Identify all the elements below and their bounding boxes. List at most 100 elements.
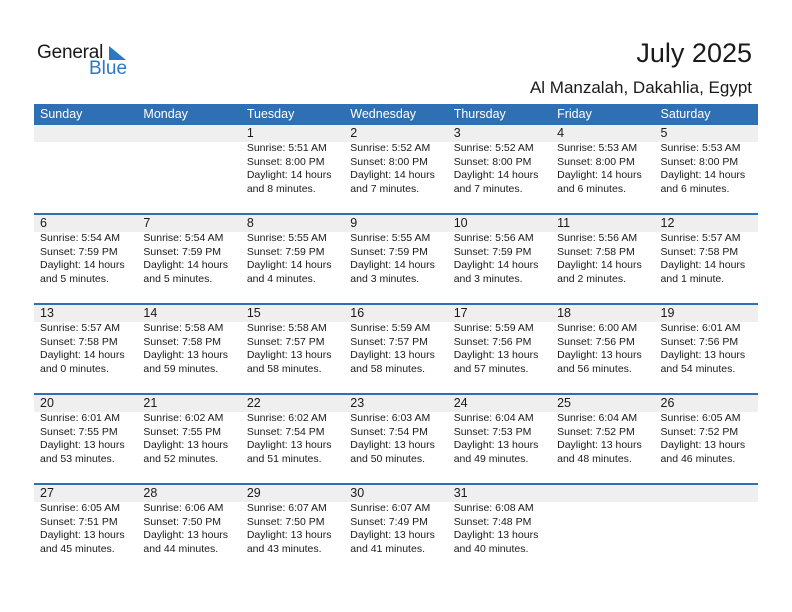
daylight-minutes-text: and 56 minutes. (557, 362, 632, 375)
daylight-minutes-text: and 44 minutes. (143, 542, 219, 555)
week-cells: 13 Sunrise: 5:57 AM Sunset: 7:58 PM Dayligh… (34, 305, 758, 376)
sunset-text: Sunset: 7:59 PM (453, 245, 532, 258)
daylight-minutes-text: and 57 minutes. (453, 362, 529, 375)
sunrise-text: Sunrise: 5:56 AM (453, 232, 534, 244)
sunset-text: Sunset: 8:00 PM (453, 155, 532, 168)
sunrise-text: Sunrise: 6:08 AM (453, 502, 534, 514)
sunset-text: Sunset: 7:57 PM (246, 335, 325, 348)
day-number: 6 (40, 216, 47, 230)
day-cell: 10 Sunrise: 5:56 AM Sunset: 7:59 PM Dayligh… (448, 215, 551, 286)
sunrise-text: Sunrise: 6:05 AM (40, 502, 120, 514)
sunrise-text: Sunrise: 6:02 AM (143, 412, 224, 424)
day-cell: 1 Sunrise: 5:51 AM Sunset: 8:00 PM Daylight… (241, 125, 344, 196)
day-cell: 24 Sunrise: 6:04 AM Sunset: 7:53 PM Dayligh… (448, 395, 551, 466)
day-cell: 19 Sunrise: 6:01 AM Sunset: 7:56 PM Dayligh… (655, 305, 758, 376)
day-cell: 15 Sunrise: 5:58 AM Sunset: 7:57 PM Dayligh… (241, 305, 344, 376)
daylight-minutes-text: and 41 minutes. (350, 542, 425, 555)
sunset-text: Sunset: 7:59 PM (350, 245, 428, 258)
daylight-minutes-text: and 45 minutes. (40, 542, 115, 555)
day-cell: 31 Sunrise: 6:08 AM Sunset: 7:48 PM Dayligh… (448, 485, 551, 556)
day-cell: 9 Sunrise: 5:55 AM Sunset: 7:59 PM Daylight… (344, 215, 447, 286)
daylight-text: Daylight: 13 hours (350, 349, 435, 362)
daylight-minutes-text: and 49 minutes. (453, 452, 529, 465)
daylight-minutes-text: and 6 minutes. (660, 182, 730, 195)
sunset-text: Sunset: 7:56 PM (557, 335, 635, 348)
sunrise-text: Sunrise: 5:58 AM (143, 322, 224, 334)
day-cell: 26 Sunrise: 6:05 AM Sunset: 7:52 PM Dayligh… (655, 395, 758, 466)
daylight-text: Daylight: 13 hours (660, 349, 746, 362)
logo-text-blue: Blue (89, 58, 128, 79)
sunset-text: Sunset: 7:59 PM (40, 245, 118, 258)
daylight-minutes-text: and 48 minutes. (557, 452, 632, 465)
daylight-text: Daylight: 13 hours (143, 349, 229, 362)
daylight-minutes-text: and 1 minute. (660, 272, 725, 285)
day-cell: 4 Sunrise: 5:53 AM Sunset: 8:00 PM Daylight… (551, 125, 654, 196)
sunrise-text: Sunrise: 5:56 AM (557, 232, 638, 244)
sunrise-text: Sunrise: 5:59 AM (350, 322, 431, 334)
daylight-minutes-text: and 53 minutes. (40, 452, 115, 465)
day-number: 16 (350, 306, 365, 320)
sunset-text: Sunset: 7:57 PM (350, 335, 428, 348)
daylight-text: Daylight: 13 hours (40, 439, 125, 452)
daylight-text: Daylight: 14 hours (40, 349, 125, 362)
day-cell: 23 Sunrise: 6:03 AM Sunset: 7:54 PM Dayligh… (344, 395, 447, 466)
day-number: 23 (350, 396, 365, 410)
sunset-text: Sunset: 8:00 PM (557, 155, 635, 168)
sunrise-text: Sunrise: 5:57 AM (40, 322, 120, 334)
daylight-text: Daylight: 13 hours (557, 439, 642, 452)
sunrise-text: Sunrise: 6:04 AM (557, 412, 638, 424)
week-cells: 6 Sunrise: 5:54 AM Sunset: 7:59 PM Daylight… (34, 215, 758, 286)
day-number: 4 (557, 126, 565, 140)
day-number: 21 (143, 396, 158, 410)
day-number: 20 (40, 396, 54, 410)
day-number: 26 (660, 396, 675, 410)
weekday-header: Sunday (40, 107, 83, 121)
daylight-minutes-text: and 59 minutes. (143, 362, 219, 375)
sunset-text: Sunset: 7:56 PM (453, 335, 532, 348)
day-number: 3 (453, 126, 461, 140)
weekday-header-row: Sunday Monday Tuesday Wednesday Thursday Frid… (34, 104, 758, 125)
day-cell: 22 Sunrise: 6:02 AM Sunset: 7:54 PM Dayligh… (241, 395, 344, 466)
daylight-minutes-text: and 58 minutes. (350, 362, 425, 375)
daylight-text: Daylight: 14 hours (143, 259, 229, 272)
day-cell: 3 Sunrise: 5:52 AM Sunset: 8:00 PM Daylight… (448, 125, 551, 196)
day-number (557, 485, 654, 502)
daylight-text: Daylight: 13 hours (660, 439, 746, 452)
day-number: 1 (246, 126, 254, 140)
day-cell: 11 Sunrise: 5:56 AM Sunset: 7:58 PM Dayligh… (551, 215, 654, 286)
sunset-text: Sunset: 7:49 PM (350, 515, 428, 528)
day-cell: 12 Sunrise: 5:57 AM Sunset: 7:58 PM Dayligh… (655, 215, 758, 286)
sunrise-text: Sunrise: 5:58 AM (246, 322, 327, 334)
day-cell: 6 Sunrise: 5:54 AM Sunset: 7:59 PM Daylight… (34, 215, 137, 286)
sunrise-text: Sunrise: 5:51 AM (246, 142, 327, 154)
sunset-text: Sunset: 7:48 PM (453, 515, 532, 528)
sunrise-text: Sunrise: 5:57 AM (660, 232, 741, 244)
sunset-text: Sunset: 7:55 PM (143, 425, 222, 438)
week-row: 1 Sunrise: 5:51 AM Sunset: 8:00 PM Daylight… (34, 125, 758, 213)
daylight-minutes-text: and 46 minutes. (660, 452, 736, 465)
sunrise-text: Sunrise: 6:07 AM (246, 502, 327, 514)
week-row: 27 Sunrise: 6:05 AM Sunset: 7:51 PM Dayligh… (34, 483, 758, 573)
daylight-minutes-text: and 3 minutes. (453, 272, 523, 285)
day-number: 13 (40, 306, 54, 320)
sunset-text: Sunset: 8:00 PM (350, 155, 428, 168)
daylight-minutes-text: and 40 minutes. (453, 542, 529, 555)
sunrise-text: Sunrise: 5:54 AM (143, 232, 224, 244)
daylight-text: Daylight: 14 hours (350, 169, 435, 182)
sunrise-text: Sunrise: 6:04 AM (453, 412, 534, 424)
sunset-text: Sunset: 7:53 PM (453, 425, 532, 438)
sunrise-text: Sunrise: 5:53 AM (660, 142, 741, 154)
day-number: 19 (660, 306, 675, 320)
daylight-minutes-text: and 2 minutes. (557, 272, 626, 285)
sunrise-text: Sunrise: 6:02 AM (246, 412, 327, 424)
sunset-text: Sunset: 8:00 PM (660, 155, 739, 168)
daylight-minutes-text: and 52 minutes. (143, 452, 219, 465)
day-number: 12 (660, 216, 675, 230)
day-cell: 5 Sunrise: 5:53 AM Sunset: 8:00 PM Daylight… (655, 125, 758, 196)
day-number: 28 (143, 486, 158, 500)
sunset-text: Sunset: 7:58 PM (40, 335, 118, 348)
week-cells: 27 Sunrise: 6:05 AM Sunset: 7:51 PM Dayligh… (34, 485, 758, 556)
sunset-text: Sunset: 7:58 PM (143, 335, 222, 348)
day-cell: 21 Sunrise: 6:02 AM Sunset: 7:55 PM Dayligh… (137, 395, 240, 466)
daylight-minutes-text: and 7 minutes. (350, 182, 420, 195)
